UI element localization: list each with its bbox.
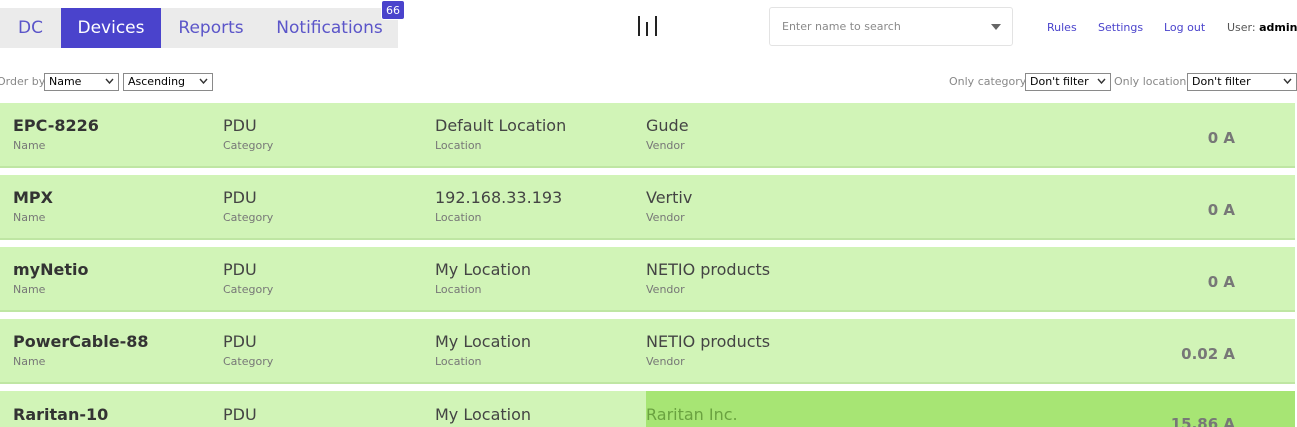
category-filter-select[interactable]: Don't filter <box>1025 73 1111 91</box>
device-vendor-cell: Raritan Inc. <box>646 405 738 424</box>
device-name-cell: EPC-8226 Name <box>13 116 99 152</box>
order-by-value: Name <box>49 75 82 88</box>
device-location-cell: My Location Location <box>435 332 531 368</box>
device-vendor-label: Vendor <box>646 211 685 224</box>
device-row[interactable]: EPC-8226 Name PDU Category Default Locat… <box>0 103 1295 168</box>
main-tabs: DC Devices Reports Notifications <box>0 8 398 48</box>
device-vendor-cell: NETIO products Vendor <box>646 332 770 368</box>
device-current: 15.86 A <box>1170 415 1235 427</box>
app-logo-icon <box>638 16 657 36</box>
order-by-select[interactable]: Name <box>44 73 119 91</box>
device-name-label: Name <box>13 283 46 296</box>
device-location-cell: My Location Location <box>435 260 531 296</box>
device-location-label: Location <box>435 283 482 296</box>
device-location: Default Location <box>435 116 567 135</box>
device-name-cell: PowerCable-88 Name <box>13 332 148 368</box>
device-name-cell: MPX Name <box>13 188 53 224</box>
device-category-cell: PDU Category <box>223 188 273 224</box>
device-name: myNetio <box>13 260 89 279</box>
device-name: Raritan-10 <box>13 405 109 424</box>
device-current: 0 A <box>1207 201 1235 219</box>
tab-notifications[interactable]: Notifications <box>261 8 398 48</box>
location-filter-select[interactable]: Don't filter <box>1187 73 1297 91</box>
device-location-cell: My Location <box>435 405 531 424</box>
device-name: EPC-8226 <box>13 116 99 135</box>
device-category-cell: PDU Category <box>223 116 273 152</box>
device-name-label: Name <box>13 355 46 368</box>
tab-devices[interactable]: Devices <box>61 8 161 48</box>
device-location-label: Location <box>435 211 482 224</box>
chevron-down-icon <box>1283 78 1292 84</box>
device-vendor: Raritan Inc. <box>646 405 738 424</box>
device-location: 192.168.33.193 <box>435 188 563 207</box>
device-location-label: Location <box>435 139 482 152</box>
category-filter-value: Don't filter <box>1030 75 1089 88</box>
device-row[interactable]: myNetio Name PDU Category My Location Lo… <box>0 247 1295 312</box>
device-row[interactable]: PowerCable-88 Name PDU Category My Locat… <box>0 319 1295 384</box>
device-name-cell: myNetio Name <box>13 260 88 296</box>
category-filter-label: Only category <box>949 75 1027 88</box>
device-vendor-cell: Vertiv Vendor <box>646 188 692 224</box>
device-vendor-cell: NETIO products Vendor <box>646 260 770 296</box>
device-category-label: Category <box>223 139 274 152</box>
device-vendor-label: Vendor <box>646 139 685 152</box>
search-input[interactable] <box>780 19 989 34</box>
device-current: 0 A <box>1207 273 1235 291</box>
device-location: My Location <box>435 332 532 351</box>
device-name-label: Name <box>13 139 46 152</box>
location-filter-value: Don't filter <box>1192 75 1251 88</box>
device-category: PDU <box>223 332 257 351</box>
device-search-box[interactable] <box>769 7 1013 46</box>
device-category-cell: PDU Category <box>223 260 273 296</box>
device-vendor-label: Vendor <box>646 283 685 296</box>
tab-dc[interactable]: DC <box>0 8 61 48</box>
device-category: PDU <box>223 405 257 424</box>
chevron-down-icon <box>1097 78 1106 84</box>
device-name: MPX <box>13 188 53 207</box>
location-filter-label: Only location <box>1114 75 1187 88</box>
sort-direction-select[interactable]: Ascending <box>123 73 213 91</box>
chevron-down-icon <box>199 78 208 84</box>
device-category: PDU <box>223 260 257 279</box>
device-category: PDU <box>223 116 257 135</box>
device-vendor-label: Vendor <box>646 355 685 368</box>
device-vendor: NETIO products <box>646 332 771 351</box>
settings-link[interactable]: Settings <box>1098 21 1143 34</box>
device-category-label: Category <box>223 355 274 368</box>
device-location: My Location <box>435 405 532 424</box>
user-name: admin <box>1259 21 1297 34</box>
tab-reports[interactable]: Reports <box>161 8 261 48</box>
device-category-label: Category <box>223 283 274 296</box>
device-row[interactable]: Raritan-10 PDU My Location Raritan Inc. … <box>0 391 1295 427</box>
chevron-down-icon <box>105 78 114 84</box>
sort-direction-value: Ascending <box>128 75 186 88</box>
device-vendor: Vertiv <box>646 188 693 207</box>
device-current: 0 A <box>1207 129 1235 147</box>
order-by-label: Order by <box>0 75 46 88</box>
device-name-cell: Raritan-10 <box>13 405 108 424</box>
rules-link[interactable]: Rules <box>1047 21 1077 34</box>
device-vendor-cell: Gude Vendor <box>646 116 689 152</box>
device-category-label: Category <box>223 211 274 224</box>
device-category-cell: PDU <box>223 405 257 424</box>
user-label: User: <box>1227 21 1256 34</box>
device-name: PowerCable-88 <box>13 332 149 351</box>
device-location: My Location <box>435 260 532 279</box>
device-location-label: Location <box>435 355 482 368</box>
device-vendor: Gude <box>646 116 689 135</box>
device-location-cell: Default Location Location <box>435 116 566 152</box>
chevron-down-icon[interactable] <box>991 24 1001 30</box>
device-category: PDU <box>223 188 257 207</box>
logout-link[interactable]: Log out <box>1164 21 1205 34</box>
current-user: User: admin <box>1227 21 1297 34</box>
device-vendor: NETIO products <box>646 260 771 279</box>
device-category-cell: PDU Category <box>223 332 273 368</box>
device-current: 0.02 A <box>1181 345 1235 363</box>
device-row[interactable]: MPX Name PDU Category 192.168.33.193 Loc… <box>0 175 1295 240</box>
device-location-cell: 192.168.33.193 Location <box>435 188 562 224</box>
device-name-label: Name <box>13 211 46 224</box>
notifications-count-badge: 66 <box>381 0 405 20</box>
